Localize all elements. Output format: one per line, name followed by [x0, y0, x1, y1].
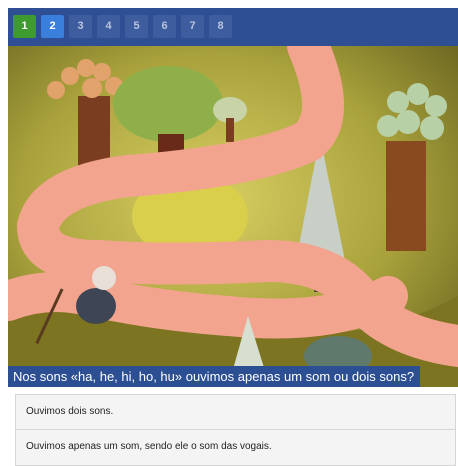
page-button-7[interactable]: 7 [181, 15, 204, 38]
page-button-8[interactable]: 8 [209, 15, 232, 38]
page-button-1[interactable]: 1 [13, 15, 36, 38]
story-illustration [8, 46, 458, 387]
answer-option-1[interactable]: Ouvimos dois sons. [15, 394, 456, 430]
page-button-3[interactable]: 3 [69, 15, 92, 38]
page-button-2[interactable]: 2 [41, 15, 64, 38]
answer-list: Ouvimos dois sons. Ouvimos apenas um som… [15, 394, 456, 466]
page-button-4[interactable]: 4 [97, 15, 120, 38]
question-text: Nos sons «ha, he, hi, ho, hu» ouvimos ap… [8, 366, 421, 387]
answer-option-2[interactable]: Ouvimos apenas um som, sendo ele o som d… [15, 430, 456, 466]
quiz-frame: 1 2 3 4 5 6 7 8 Nos sons «ha, he, hi, ho… [8, 8, 458, 466]
page-navigation: 1 2 3 4 5 6 7 8 [8, 8, 458, 47]
forest-path-illustration [8, 46, 458, 387]
page-button-6[interactable]: 6 [153, 15, 176, 38]
page-button-5[interactable]: 5 [125, 15, 148, 38]
